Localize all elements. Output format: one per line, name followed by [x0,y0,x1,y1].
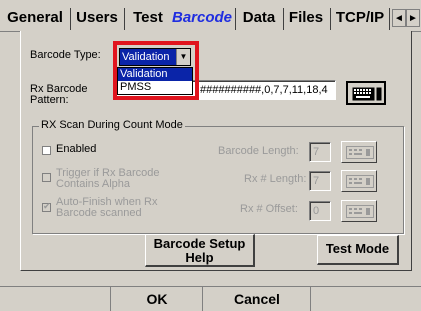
trigger-alpha-checkbox[interactable] [42,173,51,182]
barcode-settings-panel: Barcode Type: Rx Barcode Pattern: ######… [20,31,412,271]
enabled-label: Enabled [56,143,97,155]
tab-bar: General Users Test Barcode Data Files TC… [0,0,421,32]
barcode-length-label: Barcode Length: [218,145,299,157]
dialog-button-bar: OK Cancel [0,286,421,311]
ok-button[interactable]: OK [112,291,202,307]
auto-finish-label-line2: Barcode scanned [56,207,142,219]
tab-divider [330,8,331,30]
rx-barcode-pattern-value: ##########,0,7,7,11,18,4 [200,84,328,96]
tab-data[interactable]: Data [238,6,280,32]
button-divider [110,287,111,311]
auto-finish-checkbox[interactable]: ✔ [42,201,51,212]
tab-files[interactable]: Files [286,6,326,32]
rx-barcode-pattern-label-line2: Pattern: [30,94,69,106]
rx-offset-label: Rx # Offset: [240,203,298,215]
test-mode-button[interactable]: Test Mode [317,235,399,265]
rx-length-keypad-button[interactable] [341,170,377,192]
tab-divider [283,8,284,30]
rx-length-label: Rx # Length: [244,173,307,185]
red-highlight-annotation [113,41,199,100]
tab-scroll-right-icon[interactable]: ► [406,9,420,27]
tab-divider [235,8,236,30]
tab-barcode[interactable]: Barcode [170,6,234,32]
tab-scroll-left-icon[interactable]: ◄ [392,9,406,27]
enabled-checkbox[interactable] [42,146,51,155]
keyboard-icon [352,87,382,101]
button-divider [202,287,203,311]
rx-offset-input[interactable]: 0 [309,201,331,221]
checkmark-icon: ✔ [43,201,51,211]
tab-general[interactable]: General [2,6,68,32]
tab-test[interactable]: Test [128,6,168,32]
barcode-setup-help-button[interactable]: Barcode Setup Help [145,234,255,267]
keyboard-button[interactable] [346,81,386,105]
cancel-button[interactable]: Cancel [204,291,310,307]
tab-users[interactable]: Users [72,6,122,32]
numeric-keypad-icon [346,146,374,159]
tab-tcpip[interactable]: TCP/IP [333,6,387,32]
numeric-keypad-icon [346,205,374,218]
barcode-setup-help-label-line2: Help [185,250,214,265]
barcode-setup-help-label-line1: Barcode Setup [153,236,246,251]
barcode-length-input[interactable]: 7 [309,142,331,162]
rx-scan-group-title: RX Scan During Count Mode [39,119,185,131]
numeric-keypad-icon [346,175,374,188]
barcode-type-label: Barcode Type: [30,49,101,61]
rx-offset-keypad-button[interactable] [341,200,377,222]
button-divider [310,287,311,311]
trigger-alpha-label-line2: Contains Alpha [56,178,130,190]
tab-divider [70,8,71,30]
rx-length-input[interactable]: 7 [309,171,331,191]
tab-divider [124,8,125,30]
tab-divider [389,8,390,30]
barcode-length-keypad-button[interactable] [341,141,377,163]
